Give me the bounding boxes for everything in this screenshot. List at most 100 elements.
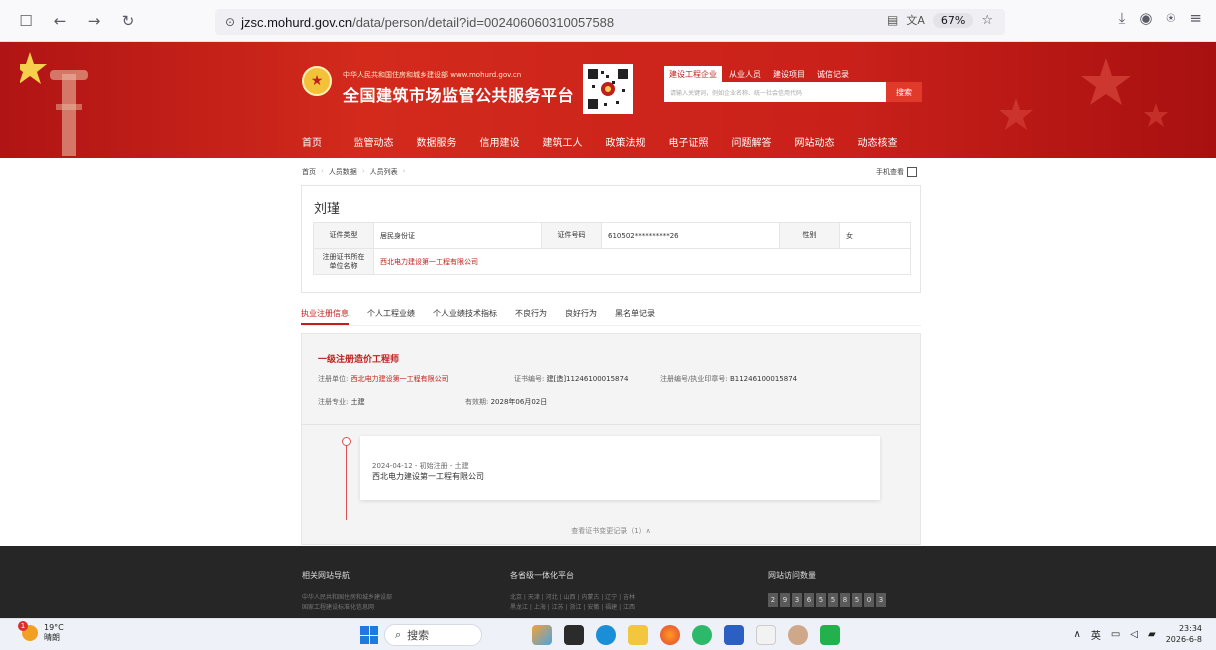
mobile-view-label: 手机查看 — [876, 168, 904, 176]
site-subtitle: 中华人民共和国住房和城乡建设部 www.mohurd.gov.cn — [343, 71, 522, 79]
reg-unit-label: 注册单位: — [318, 375, 349, 383]
gender-label: 性别 — [779, 222, 840, 249]
notification-badge: 1 — [18, 621, 28, 631]
breadcrumb-person-data[interactable]: 人员数据 — [329, 167, 357, 177]
reload-button[interactable]: ↻ — [116, 9, 140, 33]
extensions-icon[interactable]: ⍟ — [1166, 9, 1175, 27]
word-icon[interactable] — [724, 625, 744, 645]
reg-seal: 注册编号/执业印章号: B11246100015874 — [660, 374, 797, 384]
breadcrumb-person-list[interactable]: 人员列表 — [370, 167, 398, 177]
task-view-icon[interactable] — [564, 625, 584, 645]
site-info-icon[interactable]: ⊙ — [225, 15, 235, 29]
translate-icon[interactable]: 文A — [906, 12, 925, 28]
tray-chevron-up-icon[interactable]: ∧ — [1074, 629, 1081, 640]
counter-digit: 8 — [840, 593, 850, 607]
company-value[interactable]: 西北电力建设第一工程有限公司 — [373, 248, 911, 275]
firefox-icon[interactable] — [660, 625, 680, 645]
system-clock[interactable]: 23:34 2026-6-8 — [1166, 623, 1202, 645]
tab-registration[interactable]: 执业注册信息 — [301, 308, 349, 325]
chevron-right-icon: › — [361, 167, 365, 175]
url-text[interactable]: jzsc.mohurd.gov.cn/data/person/detail?id… — [241, 15, 614, 30]
volume-icon[interactable]: ◁ — [1130, 629, 1138, 640]
nav-verification[interactable]: 动态核查 — [846, 134, 909, 149]
person-info-table: 证件类型 居民身份证 证件号码 610502**********26 性别 女 … — [313, 222, 911, 275]
national-emblem-icon[interactable]: ★ — [302, 66, 332, 96]
avatar-app-icon[interactable] — [788, 625, 808, 645]
search-tab-personnel[interactable]: 从业人员 — [724, 66, 766, 83]
site-header: ★ 中华人民共和国住房和城乡建设部 www.mohurd.gov.cn 全国建筑… — [0, 42, 1216, 158]
decorative-stars — [999, 58, 1168, 130]
weather-desc: 晴朗 — [44, 633, 60, 642]
nav-e-license[interactable]: 电子证照 — [657, 134, 720, 149]
edge-browser-icon[interactable] — [596, 625, 616, 645]
id-no-value: 610502**********26 — [601, 222, 780, 249]
nav-workers[interactable]: 建筑工人 — [531, 134, 594, 149]
nav-policy[interactable]: 政策法规 — [594, 134, 657, 149]
huabiao-pillar-icon — [20, 52, 88, 156]
cnki-icon[interactable] — [756, 625, 776, 645]
search-tab-projects[interactable]: 建设项目 — [768, 66, 810, 83]
windows-start-icon[interactable] — [360, 626, 378, 644]
network-icon[interactable]: ▭ — [1111, 629, 1120, 640]
widget-app-icon[interactable] — [532, 625, 552, 645]
tab-tech-indicators[interactable]: 个人业绩技术指标 — [433, 308, 497, 325]
address-bar[interactable]: ⊙ jzsc.mohurd.gov.cn/data/person/detail?… — [215, 9, 1005, 35]
footer-col2-title: 各省级一体化平台 — [510, 571, 574, 580]
reg-unit-value[interactable]: 西北电力建设第一工程有限公司 — [351, 375, 449, 383]
bookmark-star-icon[interactable]: ☆ — [981, 13, 993, 28]
history-toggle-link[interactable]: 查看证书变更记录（1）∧ — [302, 526, 920, 536]
counter-digit: 9 — [780, 593, 790, 607]
weather-widget[interactable]: 1 19°C 晴朗 — [18, 621, 64, 643]
nav-site-news[interactable]: 网站动态 — [783, 134, 846, 149]
search-input[interactable]: 请输入关键词，例如企业名称、统一社会信用代码 — [664, 82, 886, 102]
reg-seal-label: 注册编号/执业印章号: — [660, 375, 728, 383]
breadcrumb: 首页 › 人员数据 › 人员列表 › — [302, 167, 405, 177]
person-name: 刘瑾 — [314, 202, 341, 217]
new-tab-icon[interactable]: ☐ — [14, 9, 38, 33]
reader-view-icon[interactable]: ▤ — [887, 13, 898, 27]
file-explorer-icon[interactable] — [628, 625, 648, 645]
ime-indicator[interactable]: 英 — [1091, 627, 1101, 642]
tab-blacklist[interactable]: 黑名单记录 — [615, 308, 655, 325]
id-no-label: 证件号码 — [541, 222, 602, 249]
footer-col1-title: 相关网站导航 — [302, 571, 350, 580]
reg-major-value: 土建 — [350, 398, 365, 406]
footer-col3-title: 网站访问数量 — [768, 571, 816, 580]
back-button[interactable]: ← — [48, 9, 72, 33]
tab-good-behavior[interactable]: 良好行为 — [565, 308, 597, 325]
search-button[interactable]: 搜索 — [886, 82, 922, 102]
footer-link[interactable]: 北京 | 天津 | 河北 | 山西 | 内蒙古 | 辽宁 | 吉林 — [510, 593, 635, 603]
tab-project-performance[interactable]: 个人工程业绩 — [367, 308, 415, 325]
nav-home[interactable]: 首页 — [302, 134, 342, 149]
zoom-level[interactable]: 67% — [932, 12, 974, 28]
reg-seal-value: B11246100015874 — [729, 375, 798, 383]
forward-button[interactable]: → — [82, 9, 106, 33]
footer-link[interactable]: 国家工程建设标准化信息网 — [302, 603, 392, 613]
mobile-view-link[interactable]: 手机查看 — [876, 167, 917, 177]
taskbar-search[interactable]: ⌕ 搜索 — [384, 624, 482, 646]
divider — [302, 424, 920, 425]
downloads-icon[interactable]: ⤓ — [1119, 9, 1126, 27]
search-tab-enterprise[interactable]: 建设工程企业 — [664, 66, 722, 83]
site-title[interactable]: 全国建筑市场监管公共服务平台 — [343, 82, 574, 106]
counter-digit: 5 — [816, 593, 826, 607]
nav-data-service[interactable]: 数据服务 — [405, 134, 468, 149]
nav-faq[interactable]: 问题解答 — [720, 134, 783, 149]
search-tab-credit[interactable]: 诚信记录 — [812, 66, 854, 83]
menu-icon[interactable]: ≡ — [1189, 9, 1202, 27]
wechat-icon[interactable] — [820, 625, 840, 645]
account-icon[interactable]: ◉ — [1139, 9, 1152, 27]
counter-digit: 0 — [864, 593, 874, 607]
breadcrumb-home[interactable]: 首页 — [302, 167, 316, 177]
visit-counter: 2 9 3 6 5 5 8 5 0 3 — [768, 593, 886, 607]
nav-regulation-news[interactable]: 监管动态 — [342, 134, 405, 149]
battery-icon[interactable]: ▰ — [1148, 629, 1156, 640]
edge-green-icon[interactable] — [692, 625, 712, 645]
counter-digit: 5 — [852, 593, 862, 607]
footer-link[interactable]: 中华人民共和国住房和城乡建设部 — [302, 593, 392, 603]
tab-bad-behavior[interactable]: 不良行为 — [515, 308, 547, 325]
timeline-line — [346, 442, 347, 520]
footer-link[interactable]: 黑龙江 | 上海 | 江苏 | 浙江 | 安徽 | 福建 | 江西 — [510, 603, 635, 613]
footer-provincial: 各省级一体化平台 北京 | 天津 | 河北 | 山西 | 内蒙古 | 辽宁 | … — [510, 570, 635, 613]
nav-credit[interactable]: 信用建设 — [468, 134, 531, 149]
